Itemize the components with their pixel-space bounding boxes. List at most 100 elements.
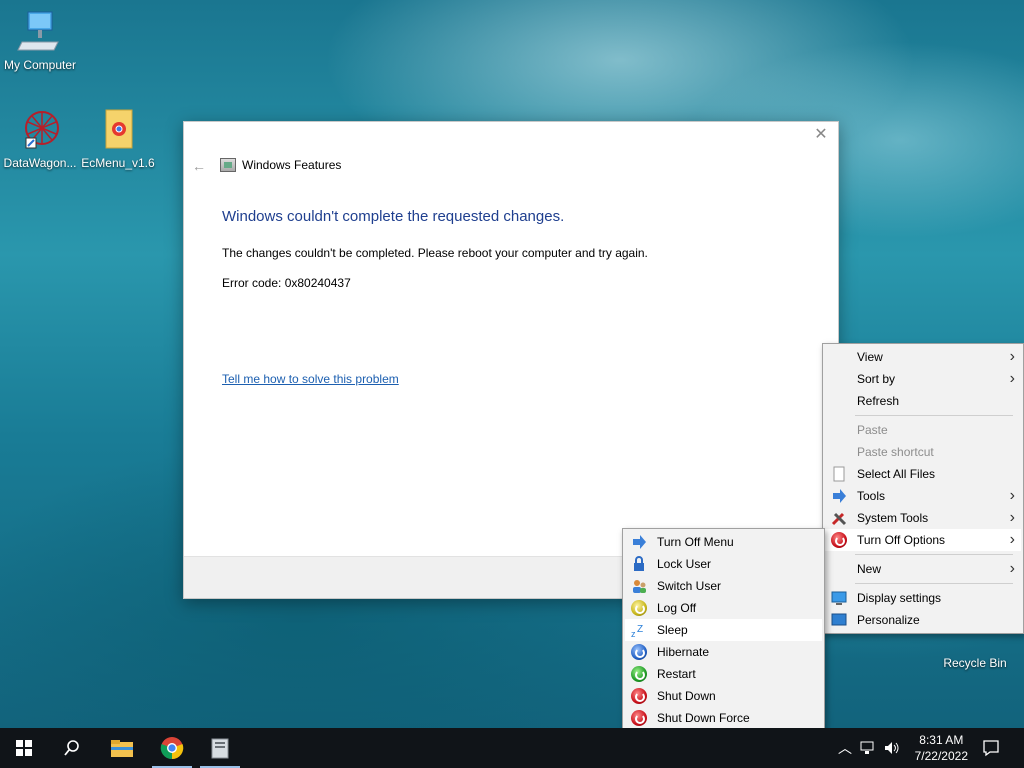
error-heading: Windows couldn't complete the requested … <box>222 208 565 225</box>
search-icon <box>64 740 79 756</box>
menu-item-paste-shortcut[interactable]: Paste shortcut <box>825 441 1021 463</box>
file-icon <box>831 466 847 482</box>
chevron-right-icon: › <box>1009 509 1015 526</box>
menu-item-label: Sleep <box>657 623 688 637</box>
menu-item-turn-off-options[interactable]: Turn Off Options › <box>825 529 1021 551</box>
menu-item-label: Lock User <box>657 557 712 571</box>
clock-date: 7/22/2022 <box>914 749 968 763</box>
dialog-title: Windows Features <box>220 158 341 172</box>
clock-time: 8:31 AM <box>919 733 964 747</box>
display-icon <box>831 590 847 606</box>
menu-item-tools[interactable]: Tools › <box>825 485 1021 507</box>
menu-item-label: Shut Down <box>657 689 716 703</box>
error-message: The changes couldn't be completed. Pleas… <box>222 246 648 260</box>
desktop-icon-label: Recycle Bin <box>943 656 1007 670</box>
power-icon <box>831 532 847 548</box>
chevron-up-icon[interactable]: ︿ <box>838 738 852 758</box>
file-explorer-button[interactable] <box>98 728 146 768</box>
system-tools-icon <box>831 510 847 526</box>
logoff-icon <box>631 600 647 616</box>
menu-item-shut-down-force[interactable]: Shut Down Force <box>625 707 822 729</box>
menu-item-label: Hibernate <box>657 645 710 659</box>
shutdown-force-icon <box>631 710 647 726</box>
menu-item-label: Turn Off Menu <box>657 535 734 549</box>
menu-item-sleep[interactable]: zZ Sleep <box>625 619 822 641</box>
menu-item-log-off[interactable]: Log Off <box>625 597 822 619</box>
lock-icon <box>631 556 647 572</box>
menu-item-switch-user[interactable]: Switch User <box>625 575 822 597</box>
my-computer-desktop-icon[interactable]: My Computer <box>0 10 80 72</box>
menu-separator <box>855 583 1013 584</box>
turn-off-submenu: Turn Off Menu Lock User Switch User Log … <box>622 528 825 732</box>
network-icon[interactable] <box>860 741 876 755</box>
chevron-right-icon: › <box>1009 560 1015 577</box>
menu-item-restart[interactable]: Restart <box>625 663 822 685</box>
action-center-button[interactable] <box>968 728 1014 768</box>
back-arrow-icon[interactable]: ← <box>192 158 206 174</box>
computer-icon <box>16 10 64 54</box>
windows-features-icon <box>220 158 236 172</box>
restart-icon <box>631 666 647 682</box>
help-link[interactable]: Tell me how to solve this problem <box>222 372 399 386</box>
sleep-icon: zZ <box>631 622 647 639</box>
search-button[interactable] <box>48 728 96 768</box>
personalize-icon <box>831 612 847 628</box>
menu-item-label: Display settings <box>857 591 942 605</box>
volume-icon[interactable] <box>884 741 900 755</box>
menu-item-system-tools[interactable]: System Tools › <box>825 507 1021 529</box>
chevron-right-icon: › <box>1009 487 1015 504</box>
menu-item-turn-off-menu[interactable]: Turn Off Menu <box>625 531 822 553</box>
svg-text:Z: Z <box>637 624 643 635</box>
menu-item-sort-by[interactable]: Sort by › <box>825 368 1021 390</box>
ecmenu-desktop-icon[interactable]: EcMenu_v1.6 <box>78 108 158 170</box>
menu-item-shut-down[interactable]: Shut Down <box>625 685 822 707</box>
tools-arrow-icon <box>831 488 847 504</box>
datawagon-icon <box>16 108 64 152</box>
chevron-right-icon: › <box>1009 531 1015 548</box>
menu-item-label: Shut Down Force <box>657 711 750 725</box>
menu-item-label: View <box>857 350 883 364</box>
menu-item-paste[interactable]: Paste <box>825 419 1021 441</box>
menu-item-label: Paste <box>857 423 888 437</box>
shutdown-icon <box>631 688 647 704</box>
menu-item-label: Paste shortcut <box>857 445 934 459</box>
desktop-icon-label: My Computer <box>3 58 77 72</box>
app-button[interactable] <box>196 728 244 768</box>
system-tray: ︿ <box>838 728 900 768</box>
menu-item-label: New <box>857 562 882 576</box>
menu-item-label: Personalize <box>857 613 920 627</box>
arrow-right-icon <box>631 534 647 550</box>
menu-item-label: Turn Off Options <box>857 533 946 547</box>
taskbar: ︿ 8:31 AM 7/22/2022 <box>0 728 1024 768</box>
menu-item-refresh[interactable]: Refresh <box>825 390 1021 412</box>
windows-logo-icon <box>16 740 32 756</box>
menu-item-new[interactable]: New › <box>825 558 1021 580</box>
start-button[interactable] <box>0 728 48 768</box>
close-button[interactable]: ✕ <box>812 126 830 144</box>
app-icon <box>211 738 229 759</box>
svg-text:z: z <box>631 629 636 638</box>
chrome-icon <box>160 737 184 760</box>
chrome-button[interactable] <box>148 728 196 768</box>
menu-item-label: Tools <box>857 489 886 503</box>
datawagon-desktop-icon[interactable]: DataWagon... <box>0 108 80 170</box>
desktop-context-menu: View › Sort by › Refresh Paste Paste short… <box>822 343 1024 634</box>
notification-icon <box>983 740 999 757</box>
menu-item-hibernate[interactable]: Hibernate <box>625 641 822 663</box>
menu-item-personalize[interactable]: Personalize <box>825 609 1021 631</box>
menu-item-label: Log Off <box>657 601 697 615</box>
chevron-right-icon: › <box>1009 370 1015 387</box>
menu-item-display-settings[interactable]: Display settings <box>825 587 1021 609</box>
menu-item-select-all-files[interactable]: Select All Files <box>825 463 1021 485</box>
menu-separator <box>855 554 1013 555</box>
menu-item-lock-user[interactable]: Lock User <box>625 553 822 575</box>
switch-user-icon <box>631 578 647 594</box>
menu-item-label: System Tools <box>857 511 929 525</box>
taskbar-clock[interactable]: 8:31 AM 7/22/2022 <box>915 732 968 764</box>
menu-item-view[interactable]: View › <box>825 346 1021 368</box>
menu-item-label: Refresh <box>857 394 900 408</box>
error-code: Error code: 0x80240437 <box>222 276 351 290</box>
menu-item-label: Restart <box>657 667 696 681</box>
folder-chrome-icon <box>94 108 142 152</box>
hibernate-icon <box>631 644 647 660</box>
